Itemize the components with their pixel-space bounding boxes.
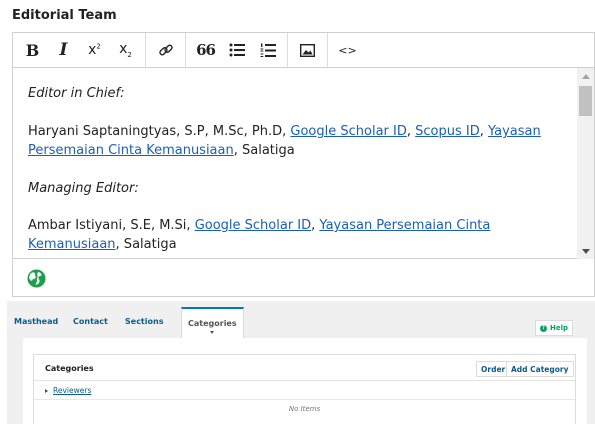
toolbar-group-link [146, 33, 186, 67]
managing-editor-entry: Ambar Istiyani, S.E, M.Si, Google Schola… [28, 218, 491, 252]
blockquote-icon: 66 [196, 41, 216, 59]
editor-in-chief-entry: Haryani Saptaningtyas, S.P, M.Sc, Ph.D, … [28, 124, 541, 158]
image-button[interactable] [294, 37, 321, 63]
tab-categories[interactable]: Categories [181, 307, 244, 338]
tab-contact[interactable]: Contact [73, 317, 108, 326]
globe-icon[interactable] [27, 269, 46, 288]
image-icon [300, 43, 315, 57]
bullet-list-button[interactable] [223, 37, 250, 63]
scroll-up-button[interactable] [577, 68, 594, 84]
scroll-down-button[interactable] [577, 243, 594, 259]
toolbar-group-code: <> [328, 33, 367, 67]
tab-masthead[interactable]: Masthead [14, 317, 58, 326]
toolbar-group-format: B I x2 x2 [13, 33, 146, 67]
toolbar-group-media [288, 33, 328, 67]
chevron-up-icon [581, 73, 590, 79]
google-scholar-link[interactable]: Google Scholar ID [290, 124, 406, 139]
list-divider [34, 399, 575, 400]
bold-button[interactable]: B [19, 37, 46, 63]
editor-toolbar: B I x2 x2 66 <> [13, 33, 594, 68]
link-icon [158, 44, 173, 56]
link-button[interactable] [152, 37, 179, 63]
chevron-down-icon [581, 248, 590, 254]
blockquote-button[interactable]: 66 [192, 37, 219, 63]
scroll-thumb[interactable] [579, 86, 592, 116]
scopus-link[interactable]: Scopus ID [415, 124, 480, 139]
list-title: Categories [45, 364, 94, 373]
numbered-list-button[interactable] [254, 37, 281, 63]
italic-button[interactable]: I [50, 37, 77, 63]
superscript-icon: x2 [88, 42, 101, 58]
expand-icon [45, 388, 48, 393]
toolbar-group-block: 66 [186, 33, 288, 67]
help-icon: ? [539, 324, 547, 332]
settings-tabs: Masthead Contact Sections Categories ? H… [7, 301, 595, 338]
bold-icon: B [25, 40, 40, 60]
help-button[interactable]: ? Help [535, 320, 573, 336]
numbered-list-icon [260, 43, 276, 57]
category-link[interactable]: Reviewers [53, 386, 91, 395]
managing-editor-heading: Managing Editor: [28, 181, 139, 196]
tab-sections[interactable]: Sections [125, 317, 163, 326]
source-code-button[interactable]: <> [334, 37, 361, 63]
section-title: Editorial Team [12, 8, 117, 23]
editor-content[interactable]: Editor in Chief: Haryani Saptaningtyas, … [13, 68, 594, 259]
subscript-button[interactable]: x2 [112, 37, 139, 63]
google-scholar-link[interactable]: Google Scholar ID [195, 218, 311, 233]
subscript-icon: x2 [119, 41, 132, 59]
bullet-list-icon [229, 43, 245, 57]
rich-text-editor: B I x2 x2 66 <> Editor in Chief: Haryani… [12, 32, 595, 297]
superscript-button[interactable]: x2 [81, 37, 108, 63]
editor-scrollbar[interactable] [577, 68, 594, 259]
tab-content: Categories Order Add Category Reviewers … [23, 338, 587, 424]
list-item[interactable]: Reviewers [45, 386, 91, 395]
add-category-button[interactable]: Add Category [506, 361, 574, 377]
italic-icon: I [59, 40, 68, 60]
list-header: Categories Order Add Category [34, 355, 575, 381]
caret-down-icon [210, 331, 215, 334]
settings-panel: Masthead Contact Sections Categories ? H… [7, 301, 595, 424]
editor-footer [13, 260, 594, 297]
source-code-icon: <> [338, 43, 357, 57]
categories-list-panel: Categories Order Add Category Reviewers … [33, 354, 576, 424]
empty-message: No Items [288, 405, 321, 413]
editor-in-chief-heading: Editor in Chief: [28, 86, 125, 101]
